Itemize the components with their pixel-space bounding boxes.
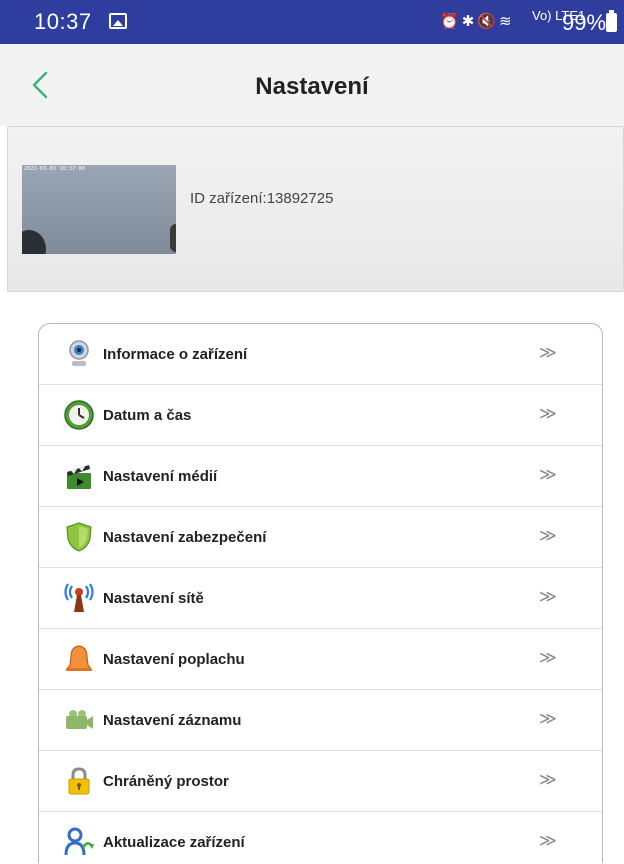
camera-preview[interactable]: 2022-03-03 10:37:00 (22, 165, 176, 254)
chevron-right-icon: ≫ (539, 587, 557, 606)
settings-list: Informace o zařízení ≫ Datum a čas ≫ Nas… (38, 323, 603, 863)
menu-item-label: Nastavení sítě (103, 590, 204, 607)
menu-item-label: Nastavení zabezpečení (103, 529, 267, 546)
menu-item-date-time[interactable]: Datum a čas ≫ (39, 385, 602, 446)
status-bar: 10:37 ⏰ ✱ 🔇 ≋ Vo) LTE1 99% (0, 0, 624, 44)
shield-icon (66, 522, 92, 552)
menu-item-network[interactable]: Nastavení sítě ≫ (39, 568, 602, 629)
lock-icon (68, 767, 90, 795)
chevron-right-icon: ≫ (539, 404, 557, 423)
menu-item-label: Datum a čas (103, 407, 192, 424)
mute-icon: 🔇 (477, 13, 496, 30)
gallery-icon (109, 13, 127, 29)
status-icons: ⏰ ✱ 🔇 ≋ (440, 12, 520, 34)
chevron-right-icon: ≫ (539, 526, 557, 545)
menu-item-label: Informace o zařízení (103, 346, 248, 363)
bell-icon (65, 645, 93, 671)
menu-item-security[interactable]: Nastavení zabezpečení ≫ (39, 507, 602, 568)
camcorder-icon (66, 710, 93, 729)
menu-item-alarm[interactable]: Nastavení poplachu ≫ (39, 629, 602, 690)
clock-icon (64, 400, 94, 430)
device-card[interactable]: 2022-03-03 10:37:00 ID zařízení:13892725 (7, 126, 624, 292)
menu-item-label: Nastavení záznamu (103, 712, 242, 729)
menu-item-recording[interactable]: Nastavení záznamu ≫ (39, 690, 602, 751)
antenna-icon (64, 583, 94, 612)
chevron-right-icon: ≫ (539, 770, 557, 789)
menu-item-label: Nastavení poplachu (103, 651, 245, 668)
chevron-right-icon: ≫ (539, 465, 557, 484)
menu-item-device-info[interactable]: Informace o zařízení ≫ (39, 324, 602, 385)
update-user-icon (64, 827, 94, 856)
menu-item-protected-space[interactable]: Chráněný prostor ≫ (39, 751, 602, 812)
preview-object (22, 230, 46, 254)
chevron-right-icon: ≫ (539, 648, 557, 667)
battery-icon (606, 10, 617, 32)
menu-item-media[interactable]: Nastavení médií ≫ (39, 446, 602, 507)
battery-percent: 99% (562, 10, 607, 35)
menu-item-label: Nastavení médií (103, 468, 218, 485)
menu-item-label: Aktualizace zařízení (103, 834, 245, 851)
chevron-right-icon: ≫ (539, 343, 557, 362)
webcam-icon (69, 340, 89, 366)
chevron-right-icon: ≫ (539, 831, 557, 850)
menu-item-update[interactable]: Aktualizace zařízení ≫ (39, 812, 602, 864)
wifi-icon: ≋ (498, 13, 512, 30)
bluetooth-icon: ✱ (461, 13, 475, 30)
alarm-icon: ⏰ (440, 13, 459, 30)
menu-item-label: Chráněný prostor (103, 773, 229, 790)
device-id: ID zařízení:13892725 (190, 190, 334, 207)
page-title: Nastavení (255, 73, 369, 100)
clapperboard-icon (67, 465, 91, 489)
chevron-right-icon: ≫ (539, 709, 557, 728)
preview-object (170, 224, 176, 252)
preview-timestamp: 2022-03-03 10:37:00 (24, 166, 85, 172)
status-time: 10:37 (34, 9, 92, 34)
app-bar: Nastavení (0, 44, 624, 126)
